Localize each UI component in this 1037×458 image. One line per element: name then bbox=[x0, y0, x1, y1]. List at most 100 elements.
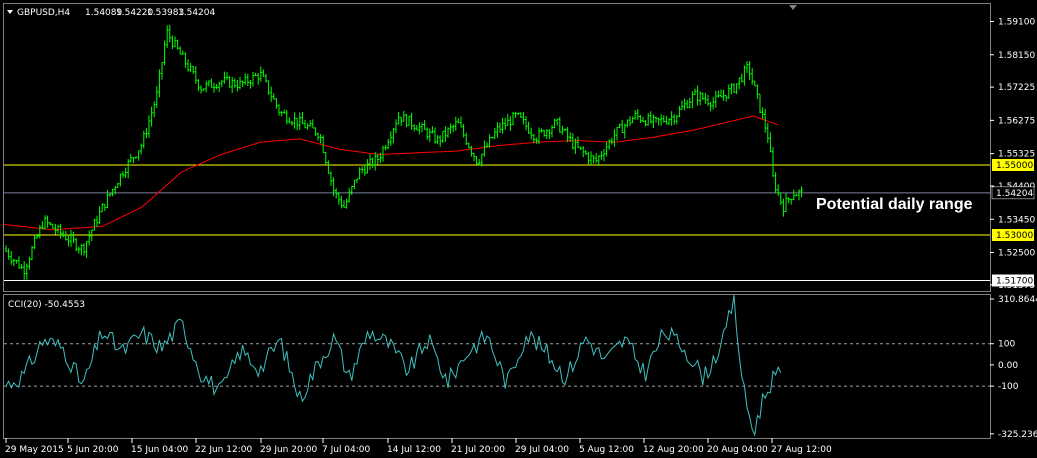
ohlc-bar bbox=[735, 83, 738, 95]
ohlc-bar bbox=[189, 63, 192, 73]
ohlc-bar bbox=[550, 124, 554, 138]
ohlc-bar bbox=[592, 155, 595, 164]
ohlc-bar bbox=[498, 122, 502, 133]
chart-canvas[interactable]: GBPUSD,H4 1.54089 1.54220 1.53983 1.5420… bbox=[0, 0, 1037, 458]
ohlc-bar bbox=[82, 243, 86, 256]
ohlc-bar bbox=[660, 114, 663, 126]
ohlc-bar bbox=[192, 65, 195, 74]
ohlc-bar bbox=[610, 137, 613, 145]
ohlc-bar bbox=[777, 184, 780, 196]
ohlc-bar bbox=[46, 215, 49, 228]
ohlc-bar bbox=[732, 83, 736, 93]
ohlc-bar bbox=[145, 127, 148, 139]
ohlc-bar bbox=[595, 153, 598, 164]
ohlc-bar bbox=[561, 125, 564, 135]
ohlc-bar bbox=[639, 115, 642, 123]
ohlc-bar bbox=[691, 91, 694, 109]
ohlc-bar bbox=[462, 123, 465, 138]
ohlc-bar bbox=[647, 113, 650, 126]
ohlc-bar bbox=[88, 230, 91, 246]
price-tick-label: 1.57225 bbox=[998, 83, 1035, 93]
cci-frame bbox=[3, 294, 991, 439]
ohlc-bar bbox=[173, 36, 177, 48]
ohlc-bar bbox=[475, 156, 478, 165]
ohlc-bar bbox=[693, 88, 697, 95]
ohlc-bar bbox=[290, 120, 294, 126]
ohlc-bar bbox=[800, 186, 803, 198]
ohlc-bar bbox=[368, 154, 372, 170]
cci-tick-label: 100 bbox=[998, 340, 1015, 350]
cci-tick-label: 0.00 bbox=[998, 361, 1018, 371]
menu-arrow-icon[interactable] bbox=[7, 10, 13, 14]
ohlc-bar bbox=[158, 69, 161, 98]
ohlc-bar bbox=[244, 73, 247, 85]
ohlc-bar bbox=[4, 245, 8, 252]
ohlc-bar bbox=[225, 72, 229, 81]
ohlc-bar bbox=[618, 123, 621, 129]
ohlc-bar bbox=[212, 82, 216, 93]
ohlc-bar bbox=[680, 100, 684, 110]
ohlc-bar bbox=[121, 171, 125, 178]
ohlc-bar bbox=[470, 145, 473, 157]
ohlc-bar bbox=[342, 200, 346, 208]
ohlc-bar bbox=[597, 155, 600, 166]
ohlc-bar bbox=[540, 128, 543, 133]
time-tick-label: 27 Aug 12:00 bbox=[771, 445, 832, 455]
ohlc-bar bbox=[459, 116, 463, 128]
ohlc-bar bbox=[730, 83, 733, 95]
ohlc-bar bbox=[309, 120, 312, 127]
ohlc-bar bbox=[153, 101, 156, 118]
ohlc-bar bbox=[353, 179, 356, 190]
ohlc-bar bbox=[678, 105, 681, 118]
ohlc-bar bbox=[7, 248, 10, 260]
ohlc-bar bbox=[129, 153, 132, 163]
ohlc-bar bbox=[80, 243, 83, 256]
ohlc-bar bbox=[602, 148, 606, 162]
ohlc-bar bbox=[202, 88, 205, 91]
ohlc-bar bbox=[506, 114, 509, 126]
ohlc-bar bbox=[626, 119, 629, 128]
ohlc-bar bbox=[288, 117, 291, 124]
ohlc-bar bbox=[608, 139, 611, 150]
ohlc-bar bbox=[400, 116, 403, 126]
ohlc-bar bbox=[740, 73, 743, 83]
ohlc-bar bbox=[316, 132, 320, 141]
ohlc-bar bbox=[405, 113, 408, 128]
ohlc-bar bbox=[394, 119, 398, 134]
ohlc-bar bbox=[340, 195, 343, 209]
ohlc-bar bbox=[366, 159, 369, 174]
level-label: 1.55000 bbox=[996, 161, 1033, 171]
ohlc-bar bbox=[418, 122, 421, 135]
ohlc-bar bbox=[787, 197, 790, 204]
ohlc-bar bbox=[704, 92, 707, 104]
ohlc-bar bbox=[496, 122, 499, 138]
ohlc-bar bbox=[543, 129, 546, 137]
ohlc-bar bbox=[605, 141, 608, 157]
ohlc-bar bbox=[374, 151, 377, 171]
ohlc-bar bbox=[779, 192, 782, 205]
ohlc-bar bbox=[231, 76, 234, 93]
time-tick-label: 12 Aug 20:00 bbox=[643, 445, 704, 455]
ohlc-bar bbox=[717, 90, 720, 98]
ohlc-bar bbox=[220, 79, 223, 88]
ohlc-bar bbox=[236, 80, 239, 92]
ohlc-bar bbox=[348, 187, 351, 203]
ohlc-bar bbox=[259, 66, 262, 82]
ohlc-bar bbox=[85, 241, 88, 258]
ohlc-bar bbox=[17, 256, 21, 269]
ohlc-bar bbox=[28, 256, 31, 270]
shift-marker-icon[interactable] bbox=[789, 5, 797, 10]
ohlc-bar bbox=[795, 193, 798, 197]
ohlc-bar bbox=[576, 136, 580, 149]
ohlc-bar bbox=[270, 86, 273, 102]
ohlc-bar bbox=[283, 109, 286, 114]
ohlc-bar bbox=[298, 112, 301, 130]
ohlc-bar bbox=[738, 77, 741, 90]
ohlc-bar bbox=[215, 84, 218, 90]
ohlc-bar bbox=[223, 71, 226, 84]
ohlc-bar bbox=[615, 127, 619, 141]
ohlc-bar bbox=[43, 215, 47, 230]
ohlc-bar bbox=[127, 159, 130, 179]
ohlc-bar bbox=[322, 135, 325, 154]
ohlc-bar bbox=[613, 129, 616, 147]
